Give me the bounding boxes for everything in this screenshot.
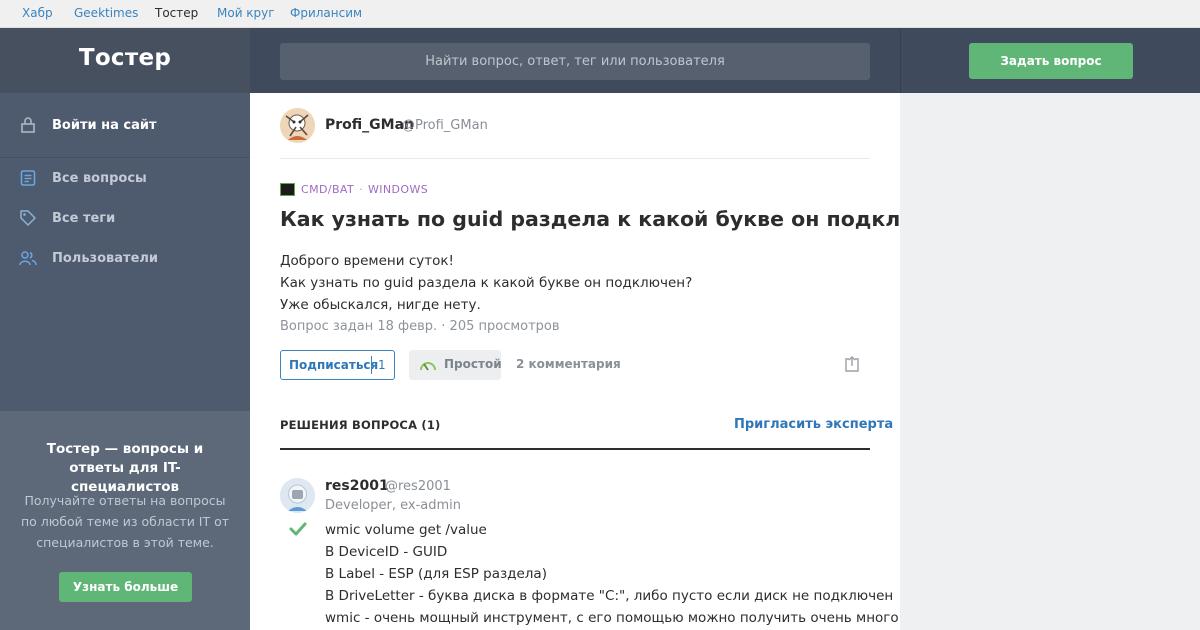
- tag-cmd-bat[interactable]: CMD/BAT: [301, 183, 354, 196]
- question-body-line: Уже обыскался, нигде нету.: [280, 297, 481, 313]
- learn-more-button[interactable]: Узнать больше: [59, 572, 192, 602]
- tag-windows[interactable]: WINDOWS: [368, 183, 428, 196]
- header-divider: [900, 28, 901, 93]
- comments-link[interactable]: 2 комментария: [516, 357, 621, 371]
- questions-icon: [20, 170, 36, 186]
- invite-expert-link[interactable]: Пригласить эксперта: [734, 417, 893, 432]
- solutions-header: РЕШЕНИЯ ВОПРОСА (1): [280, 418, 441, 432]
- nav-link-freelansim[interactable]: Фрилансим: [290, 6, 362, 20]
- login-link[interactable]: Войти на сайт: [0, 105, 250, 145]
- header: Тостер Задать вопрос: [0, 28, 1200, 93]
- login-label: Войти на сайт: [52, 117, 157, 133]
- right-column: [900, 93, 1200, 630]
- cmd-icon: [280, 183, 295, 196]
- question-body-line: Как узнать по guid раздела к какой букве…: [280, 275, 693, 291]
- sidebar-item-label: Все вопросы: [52, 170, 147, 186]
- answer-body-line: wmic volume get /value: [325, 522, 487, 538]
- nav-link-geektimes[interactable]: Geektimes: [74, 6, 138, 20]
- accepted-check-icon: [289, 522, 307, 536]
- subscribe-count: 1: [378, 358, 386, 372]
- question-body-line: Доброго времени суток!: [280, 253, 454, 269]
- answer-body-line: В DeviceID - GUID: [325, 544, 448, 560]
- sidebar-item-tags[interactable]: Все теги: [0, 198, 250, 238]
- solutions-divider: [280, 448, 870, 450]
- nav-link-toster[interactable]: Тостер: [155, 6, 198, 20]
- question-tags: CMD/BAT · WINDOWS: [301, 183, 429, 196]
- subscribe-separator: [371, 356, 372, 374]
- answer-author-name[interactable]: res2001: [325, 478, 389, 494]
- nav-link-habr[interactable]: Хабр: [22, 6, 53, 20]
- question-author-name[interactable]: Profi_GMan: [325, 117, 414, 133]
- ask-question-button[interactable]: Задать вопрос: [969, 43, 1133, 79]
- tag-icon: [20, 210, 36, 226]
- avatar[interactable]: [280, 478, 315, 513]
- speedometer-icon: [420, 362, 436, 371]
- share-icon[interactable]: [844, 355, 860, 373]
- answer-author-role: Developer, ex-admin: [325, 498, 462, 513]
- sidebar-item-questions[interactable]: Все вопросы: [0, 158, 250, 198]
- users-icon: [19, 251, 37, 266]
- difficulty-badge[interactable]: Простой: [409, 350, 502, 380]
- promo-panel: Тостер — вопросы и ответы для IT-специал…: [0, 411, 250, 630]
- divider: [280, 158, 870, 159]
- difficulty-label: Простой: [444, 357, 502, 371]
- sidebar: Войти на сайт Все вопросы Все теги Польз…: [0, 93, 250, 411]
- avatar[interactable]: [280, 108, 315, 143]
- subscribe-button[interactable]: Подписаться 1: [280, 350, 395, 380]
- promo-title: Тостер — вопросы и ответы для IT-специал…: [46, 441, 204, 495]
- answer-body-line: wmic - очень мощный инструмент, с его по…: [325, 610, 899, 626]
- question-author-nick[interactable]: @Profi_GMan: [402, 118, 488, 133]
- author-avatar-image: [280, 108, 315, 143]
- answer-body: wmic volume get /value В DeviceID - GUID…: [325, 519, 899, 629]
- sidebar-item-label: Все теги: [52, 210, 116, 226]
- question-body: Доброго времени суток! Как узнать по gui…: [280, 250, 692, 316]
- logo-area: Тостер: [0, 28, 250, 93]
- answer-body-line: В DriveLetter - буква диска в формате "C…: [325, 588, 894, 604]
- question-meta: Вопрос задан 18 февр. · 205 просмотров: [280, 319, 560, 334]
- main-content: Profi_GMan @Profi_GMan CMD/BAT · WINDOWS К…: [250, 93, 900, 630]
- answer-author-avatar-image: [280, 478, 315, 513]
- question-title: Как узнать по guid раздела к какой букве…: [280, 207, 900, 231]
- sidebar-item-users[interactable]: Пользователи: [0, 238, 250, 278]
- subscribe-label: Подписаться: [289, 358, 379, 372]
- nav-link-moy-krug[interactable]: Мой круг: [217, 6, 275, 20]
- sidebar-item-label: Пользователи: [52, 250, 159, 266]
- promo-text: Получайте ответы на вопросы по любой тем…: [20, 493, 230, 550]
- search-input[interactable]: [280, 43, 870, 80]
- answer-body-line: В Label - ESP (для ESP раздела): [325, 566, 547, 582]
- network-bar: Хабр Geektimes Тостер Мой круг Фрилансим: [0, 0, 1200, 28]
- lock-icon: [21, 117, 35, 133]
- answer-author-nick[interactable]: @res2001: [385, 479, 451, 494]
- logo[interactable]: Тостер: [0, 45, 250, 71]
